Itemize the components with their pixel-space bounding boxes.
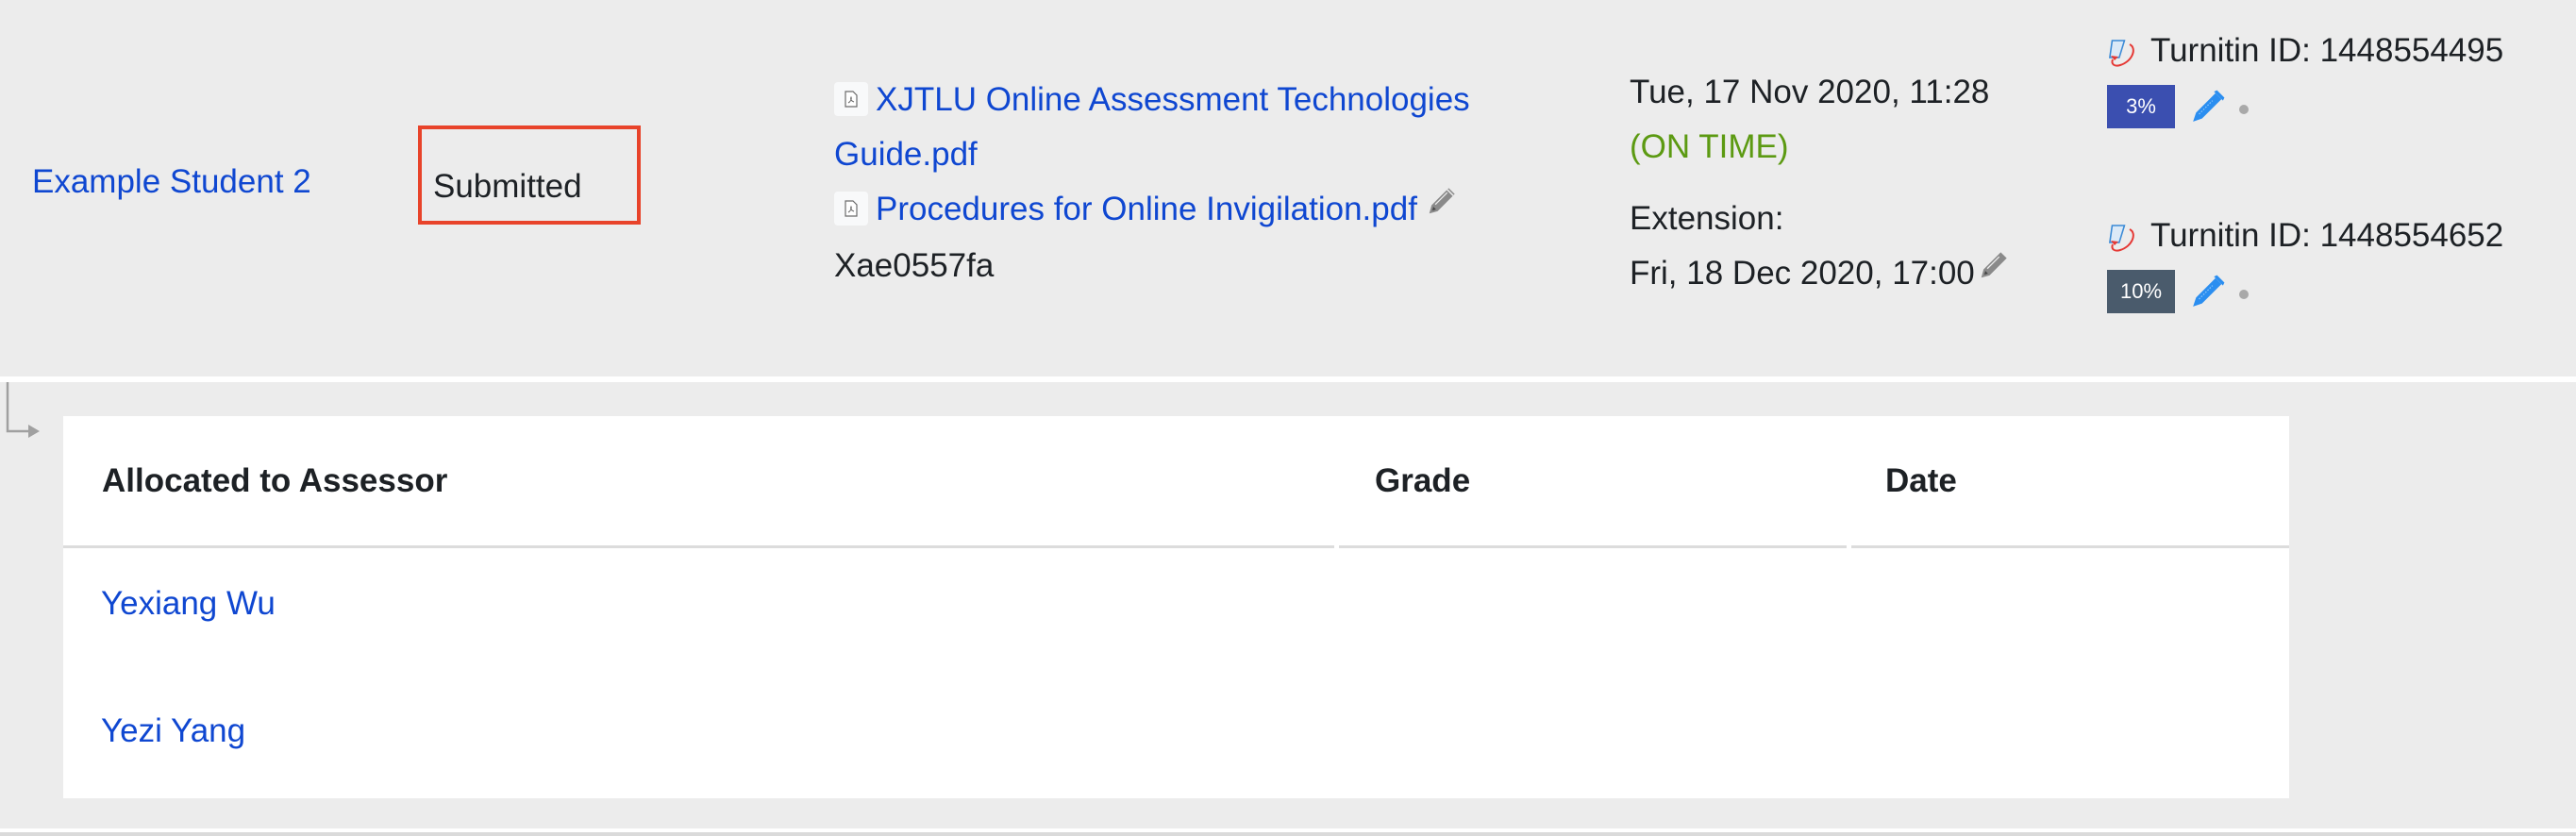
- turnitin-id: Turnitin ID: 1448554652: [2150, 217, 2504, 254]
- status-highlight-box: Submitted: [418, 125, 641, 225]
- assessor-link[interactable]: Yexiang Wu: [101, 584, 276, 624]
- submitted-date: Tue, 17 Nov 2020, 11:28: [1630, 74, 1990, 110]
- grademark-pencil-icon[interactable]: [2190, 274, 2226, 309]
- turnitin-item: Turnitin ID: 1448554652 10%: [2107, 215, 2503, 313]
- sub-row-arrow-icon: [6, 382, 40, 438]
- turnitin-id: Turnitin ID: 1448554495: [2150, 32, 2504, 69]
- pdf-file-icon: [834, 81, 868, 116]
- next-row-edge: [0, 832, 2576, 836]
- submission-row: Example Student 2 Submitted XJTLU Online…: [0, 0, 2576, 377]
- file-reference: Xae0557fa: [834, 246, 995, 284]
- status-dot-icon: [2239, 105, 2249, 114]
- row-divider: [0, 376, 2576, 382]
- column-header-grade: Grade: [1375, 462, 1471, 499]
- student-name-link[interactable]: Example Student 2: [32, 162, 311, 202]
- file-link-xjtlu-guide-cont[interactable]: Guide.pdf: [834, 136, 978, 173]
- table-header: Allocated to Assessor Grade Date: [63, 416, 2289, 548]
- header-divider: [1851, 545, 2289, 548]
- extension-date: Fri, 18 Dec 2020, 17:00: [1630, 255, 1975, 292]
- similarity-score-badge[interactable]: 10%: [2107, 270, 2175, 313]
- file-item-continuation: Guide.pdf: [834, 127, 1589, 182]
- extension-line: Fri, 18 Dec 2020, 17:00: [1630, 246, 2013, 303]
- file-item: Procedures for Online Invigilation.pdf: [834, 182, 1589, 239]
- header-divider: [1339, 545, 1847, 548]
- pdf-file-icon: [834, 191, 868, 226]
- submission-dates: Tue, 17 Nov 2020, 11:28 (ON TIME) Extens…: [1630, 65, 2013, 303]
- assessor-allocation-table: Allocated to Assessor Grade Date Yexiang…: [63, 416, 2289, 798]
- submitted-files: XJTLU Online Assessment Technologies Gui…: [834, 73, 1589, 293]
- file-link-procedures[interactable]: Procedures for Online Invigilation.pdf: [876, 191, 1417, 227]
- edit-pencil-icon[interactable]: [1425, 180, 1461, 235]
- grademark-pencil-icon[interactable]: [2190, 89, 2226, 125]
- assessor-link[interactable]: Yezi Yang: [101, 711, 245, 751]
- extension-label: Extension:: [1630, 200, 1784, 237]
- edit-extension-icon[interactable]: [1977, 244, 2013, 299]
- turnitin-logo-icon: [2108, 225, 2134, 252]
- column-header-assessor: Allocated to Assessor: [102, 462, 448, 499]
- column-header-date: Date: [1885, 462, 1957, 499]
- status-dot-icon: [2239, 290, 2249, 299]
- submission-status: Submitted: [433, 168, 582, 205]
- on-time-status: (ON TIME): [1630, 128, 1789, 165]
- file-item: XJTLU Online Assessment Technologies: [834, 73, 1589, 127]
- similarity-score-badge[interactable]: 3%: [2107, 85, 2175, 128]
- turnitin-logo-icon: [2108, 40, 2134, 67]
- turnitin-item: Turnitin ID: 1448554495 3%: [2107, 30, 2503, 128]
- file-link-xjtlu-guide[interactable]: XJTLU Online Assessment Technologies: [876, 81, 1470, 118]
- header-divider: [63, 545, 1334, 548]
